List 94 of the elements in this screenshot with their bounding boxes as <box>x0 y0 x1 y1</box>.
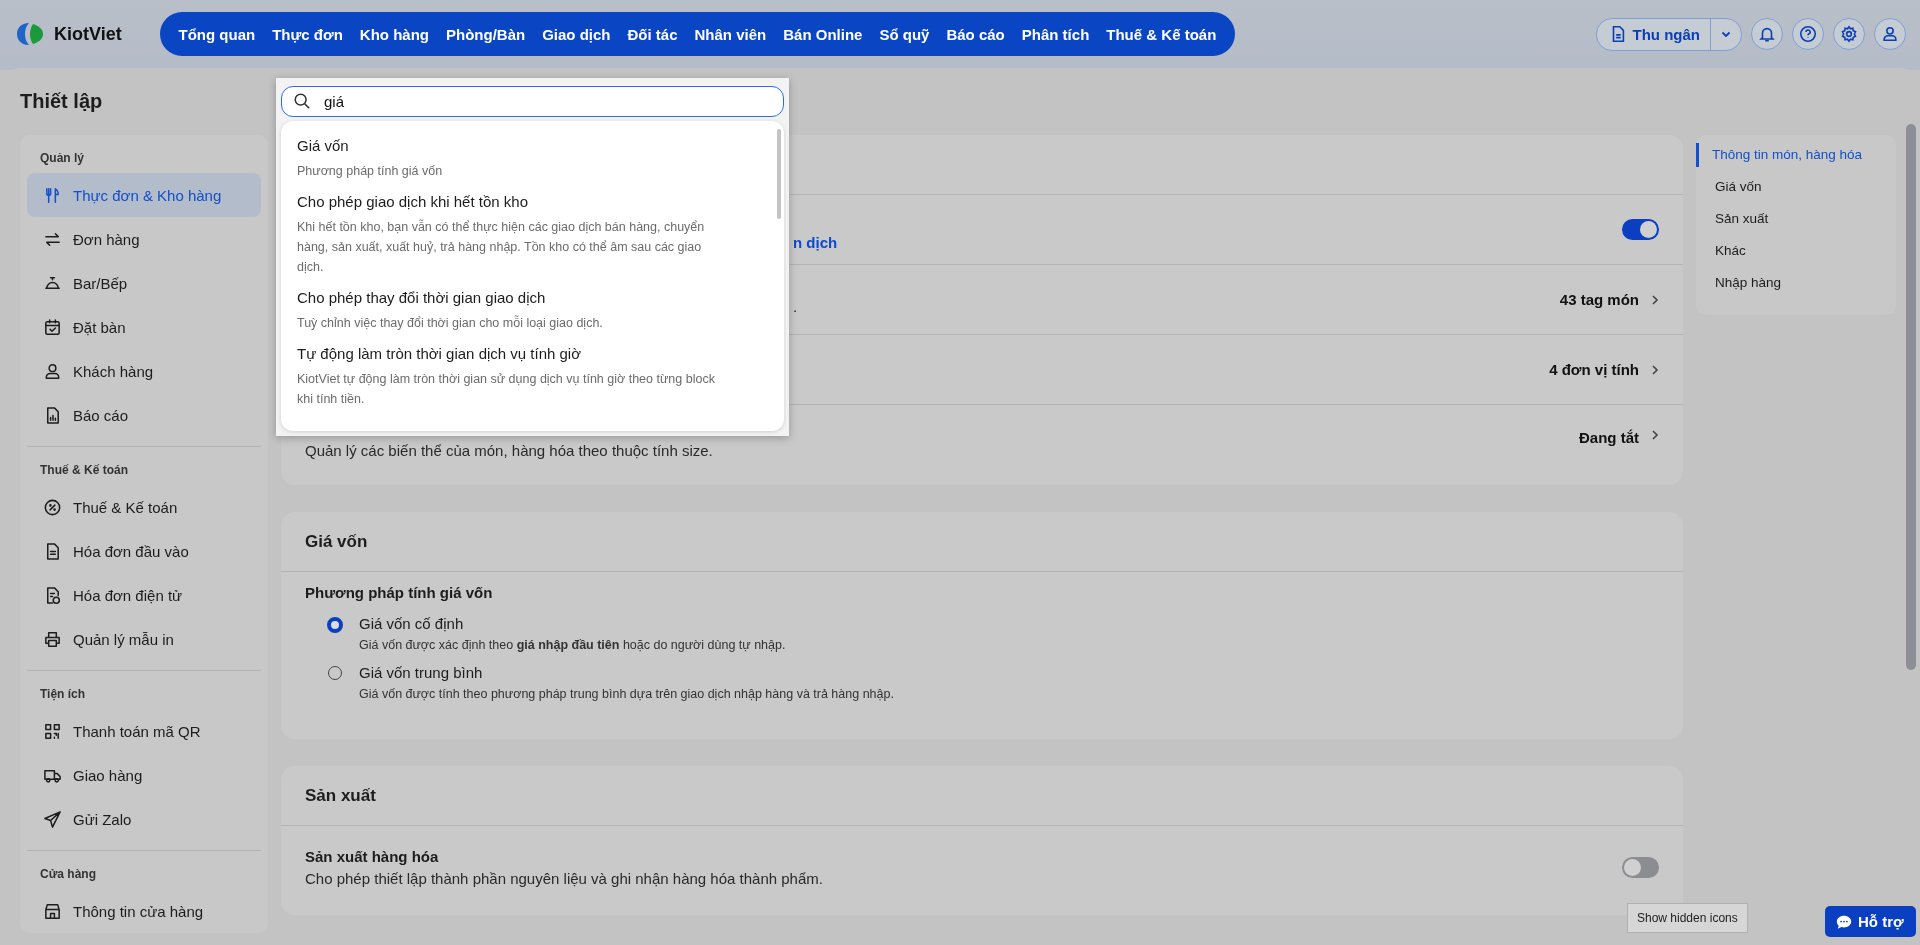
logo-text: KiotViet <box>54 23 122 45</box>
sidebar-item[interactable]: Đặt bàn <box>27 305 261 349</box>
result-description: Khi hết tồn kho, bạn vẫn có thể thực hiện các giao dịch bán hàng, chuyển hàng, sản xuất, xuất huỷ, trả hàng nhập. Tồn kho có thể âm sau các giao dịch. <box>297 218 706 276</box>
sidebar-item[interactable]: Thông tin cửa hàng <box>27 889 261 933</box>
settings-icon <box>1840 25 1858 43</box>
nav-link[interactable]: Phòng/Bàn <box>437 25 534 43</box>
sidebar-item[interactable]: Thực đơn & Kho hàng <box>27 173 261 217</box>
chevron-right-icon <box>1651 429 1659 441</box>
sidebar-item[interactable]: Báo cáo <box>27 393 261 437</box>
cashier-button[interactable]: Thu ngân <box>1596 18 1711 50</box>
qr-code-icon <box>43 721 62 741</box>
nav-link[interactable]: Đối tác <box>619 25 687 43</box>
search-result[interactable]: Giá vốn Phương pháp tính giá vốn <box>297 133 734 189</box>
scrollbar[interactable] <box>1906 124 1916 670</box>
sidebar-item[interactable]: Giao hàng <box>27 753 261 797</box>
setting-value-link[interactable]: Đang tắt <box>1579 429 1639 446</box>
sidebar-item[interactable]: Gửi Zalo <box>27 797 261 841</box>
setting-title: Phương pháp tính giá vốn <box>305 584 494 601</box>
tooltip: Show hidden icons <box>1627 903 1748 933</box>
setting-description: . <box>793 298 798 315</box>
nav-link[interactable]: Báo cáo <box>937 25 1014 43</box>
sidebar-item[interactable]: Thuế & Kế toán <box>27 485 261 529</box>
chevron-right-icon <box>1651 363 1659 376</box>
nav-link[interactable]: Giao dịch <box>533 25 619 43</box>
nav-link[interactable]: Kho hàng <box>351 25 438 43</box>
result-description: KiotViet tự động làm tròn thời gian sử dụng dịch vụ tính giờ theo từng block khi tính tiền. <box>297 371 716 408</box>
setting-description: Cho phép thiết lập thành phần nguyên liệu và ghi nhận hàng hóa thành phẩm. <box>305 870 823 887</box>
sidebar-section-title: Tiện ích <box>39 686 87 703</box>
sidebar-section-title: Thuế & Kế toán <box>39 462 129 479</box>
user-icon <box>43 361 62 381</box>
radio-label: Giá vốn cố định <box>359 615 465 632</box>
radio-label: Giá vốn trung bình <box>359 664 484 681</box>
nav-link[interactable]: Nhân viên <box>686 25 775 43</box>
nav-link[interactable]: Sổ quỹ <box>870 25 938 43</box>
sidebar-item[interactable]: Quản lý mẫu in <box>27 617 261 661</box>
search-result[interactable]: Tự động làm tròn thời gian dịch vụ tính giờ KiotViet tự động làm tròn thời gian sử dụng dịch vụ tính giờ theo từng block khi tính tiền. <box>297 341 734 417</box>
sidebar-item[interactable]: Hóa đơn đầu vào <box>27 529 261 573</box>
sidebar-section-title: Quản lý <box>39 150 85 167</box>
search-icon <box>293 92 311 110</box>
section-link[interactable]: Giá vốn <box>1696 175 1762 199</box>
nav-link[interactable]: Thực đơn <box>263 25 352 43</box>
logo-icon <box>16 21 46 47</box>
page-title: Thiết lập <box>20 89 103 114</box>
store-icon <box>43 901 62 921</box>
support-button[interactable]: Hỗ trợ <box>1825 906 1916 937</box>
nav-link[interactable]: Thuế & Kế toán <box>1097 25 1225 43</box>
help-icon <box>1799 25 1817 43</box>
account-button[interactable] <box>1874 18 1906 50</box>
result-title: Tự động làm tròn thời gian dịch vụ tính giờ <box>297 345 583 362</box>
chevron-right-icon <box>1651 293 1659 306</box>
nav-link[interactable]: Bán Online <box>774 25 871 43</box>
section-link[interactable]: Nhập hàng <box>1696 271 1782 295</box>
sidebar-section-title: Cửa hàng <box>39 866 98 883</box>
sidebar-item[interactable]: Hóa đơn điện tử <box>27 573 261 617</box>
result-description: Tuỳ chỉnh việc thay đổi thời gian cho mỗi loại giao dịch. <box>297 314 604 332</box>
option-description: Giá vốn được tính theo phương pháp trung bình dựa trên giao dịch nhập hàng và trả hàng nhập. <box>359 687 894 701</box>
setting-title: Sản xuất hàng hóa <box>305 848 439 865</box>
utensils-icon <box>43 185 62 205</box>
radio-button[interactable] <box>327 617 343 633</box>
result-title: Cho phép giao dịch khi hết tồn kho <box>297 193 529 210</box>
result-title: Giá vốn <box>297 137 350 154</box>
setting-link[interactable]: n dịch <box>793 234 838 251</box>
send-icon <box>43 809 62 829</box>
sidebar-item[interactable]: Bar/Bếp <box>27 261 261 305</box>
result-title: Cho phép thay đổi thời gian giao dịch <box>297 289 547 306</box>
user-icon <box>1881 25 1899 43</box>
bell-icon <box>1758 25 1776 43</box>
card-title: Sản xuất <box>305 785 376 806</box>
sidebar-item[interactable]: Đơn hàng <box>27 217 261 261</box>
calendar-icon <box>43 317 62 337</box>
result-description: Phương pháp tính giá vốn <box>297 163 444 180</box>
percent-icon <box>43 497 62 517</box>
nav-link[interactable]: Tổng quan <box>170 25 264 43</box>
search-field[interactable]: giá <box>281 86 784 117</box>
section-link[interactable]: Khác <box>1696 239 1746 263</box>
search-result[interactable]: Cho phép thay đổi thời gian giao dịch Tuỳ chỉnh việc thay đổi thời gian cho mỗi loại giao dịch. <box>297 285 734 341</box>
notifications-button[interactable] <box>1751 18 1783 50</box>
setting-value-link[interactable]: 43 tag món <box>1559 291 1639 308</box>
section-link[interactable]: Sản xuất <box>1696 207 1769 231</box>
sidebar-item[interactable]: Khách hàng <box>27 349 261 393</box>
setting-value-link[interactable]: 4 đơn vị tính <box>1549 361 1639 378</box>
scrollbar[interactable] <box>777 129 781 219</box>
section-link[interactable]: Thông tin món, hàng hóa <box>1696 143 1863 167</box>
toggle-switch[interactable] <box>1622 219 1659 240</box>
settings-button[interactable] <box>1833 18 1865 50</box>
toggle-switch[interactable] <box>1622 857 1659 878</box>
printer-icon <box>43 629 62 649</box>
card-title: Giá vốn <box>305 531 368 552</box>
help-button[interactable] <box>1792 18 1824 50</box>
option-description: Giá vốn được xác định theo giá nhập đầu tiên hoặc do người dùng tự nhập. <box>359 638 786 652</box>
search-result[interactable]: Cho phép giao dịch khi hết tồn kho Khi hết tồn kho, bạn vẫn có thể thực hiện các giao dịch bán hàng, chuyển hàng, sản xuất, xuất huỷ, trả hàng nhập. Tồn kho có thể âm sau các giao dịch. <box>297 189 734 285</box>
setting-description: Quản lý các biến thể của món, hàng hóa theo thuộc tính size. <box>305 442 713 459</box>
sidebar-item[interactable]: Thanh toán mã QR <box>27 709 261 753</box>
nav-link[interactable]: Phân tích <box>1013 25 1098 43</box>
